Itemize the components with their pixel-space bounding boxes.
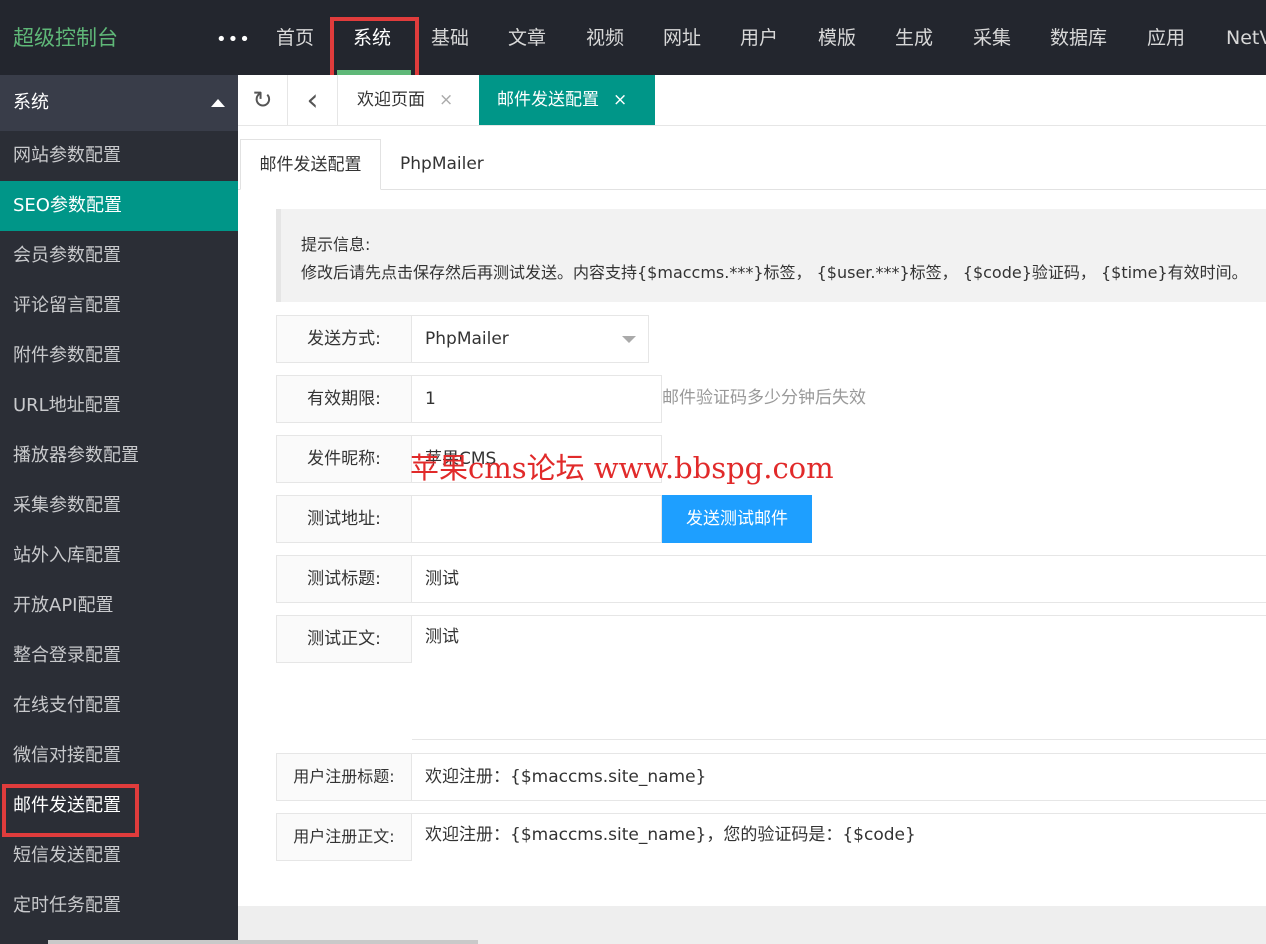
- send-method-label: 发送方式:: [276, 315, 412, 363]
- nickname-label: 发件昵称:: [276, 435, 412, 483]
- test-body-label: 测试正文:: [276, 615, 412, 663]
- nav-netvideo[interactable]: NetV: [1226, 20, 1266, 56]
- refresh-icon[interactable]: ↻: [238, 75, 288, 125]
- expire-hint: 邮件验证码多少分钟后失效: [662, 388, 866, 408]
- sidebar-item-attachment-config[interactable]: 附件参数配置: [0, 331, 238, 381]
- nav-apps[interactable]: 应用: [1147, 20, 1185, 56]
- nav-article[interactable]: 文章: [508, 20, 546, 56]
- sidebar-item-player-config[interactable]: 播放器参数配置: [0, 431, 238, 481]
- test-title-input[interactable]: 测试: [412, 555, 1266, 603]
- send-method-value: PhpMailer: [425, 329, 509, 349]
- nav-template[interactable]: 模版: [818, 20, 856, 56]
- test-address-input[interactable]: [412, 495, 662, 543]
- footer-bar: [238, 906, 1266, 944]
- nav-collect[interactable]: 采集: [973, 20, 1011, 56]
- nav-video[interactable]: 视频: [586, 20, 624, 56]
- back-icon[interactable]: ‹: [288, 75, 338, 125]
- sidebar-item-cron-config[interactable]: 定时任务配置: [0, 881, 238, 931]
- test-body-textarea[interactable]: 测试: [412, 615, 1266, 740]
- caret-up-icon: [211, 99, 225, 107]
- nav-user[interactable]: 用户: [740, 20, 778, 56]
- sidebar-item-member-config[interactable]: 会员参数配置: [0, 231, 238, 281]
- sidebar-group-header[interactable]: 系统: [0, 75, 238, 131]
- sidebar-item-collect-config[interactable]: 采集参数配置: [0, 481, 238, 531]
- nav-generate[interactable]: 生成: [895, 20, 933, 56]
- sidebar-item-import-config[interactable]: 站外入库配置: [0, 531, 238, 581]
- top-navbar: 超级控制台 ••• 首页 系统 基础 文章 视频 网址 用户 模版 生成 采集 …: [0, 0, 1266, 75]
- sidebar-item-sms-config[interactable]: 短信发送配置: [0, 831, 238, 881]
- page-tab-strip: ↻ ‹ 欢迎页面 × 邮件发送配置 ×: [238, 75, 1266, 126]
- tab-email-config-label: 邮件发送配置: [497, 90, 599, 110]
- reg-title-input[interactable]: 欢迎注册：{$maccms.site_name}: [412, 753, 1266, 801]
- tab-welcome-label: 欢迎页面: [357, 90, 425, 110]
- more-icon[interactable]: •••: [216, 22, 251, 58]
- app-logo[interactable]: 超级控制台: [13, 20, 118, 56]
- horizontal-scrollbar[interactable]: [48, 940, 478, 944]
- close-icon[interactable]: ×: [439, 90, 453, 110]
- send-method-select[interactable]: PhpMailer: [412, 315, 649, 363]
- nav-basic[interactable]: 基础: [431, 20, 469, 56]
- send-test-email-button[interactable]: 发送测试邮件: [662, 495, 812, 543]
- notice-box: 提示信息: 修改后请先点击保存然后再测试发送。内容支持{$maccms.***}…: [276, 209, 1266, 302]
- tab-email-settings[interactable]: 邮件发送配置: [240, 139, 381, 190]
- expire-label: 有效期限:: [276, 375, 412, 423]
- sidebar-item-url-config[interactable]: URL地址配置: [0, 381, 238, 431]
- reg-body-textarea[interactable]: 欢迎注册：{$maccms.site_name}，您的验证码是：{$code}: [412, 813, 1266, 906]
- sidebar-group-label: 系统: [13, 92, 49, 113]
- sidebar-item-wechat-config[interactable]: 微信对接配置: [0, 731, 238, 781]
- main-content: 邮件发送配置 PhpMailer 提示信息: 修改后请先点击保存然后再测试发送。…: [238, 126, 1266, 906]
- nav-home[interactable]: 首页: [276, 20, 314, 56]
- expire-input[interactable]: 1: [412, 375, 662, 423]
- nickname-input[interactable]: 苹果CMS: [412, 435, 662, 483]
- test-title-label: 测试标题:: [276, 555, 412, 603]
- chevron-down-icon: [622, 336, 636, 343]
- tab-phpmailer[interactable]: PhpMailer: [400, 139, 484, 190]
- sidebar-item-comment-config[interactable]: 评论留言配置: [0, 281, 238, 331]
- reg-body-label: 用户注册正文:: [276, 813, 412, 861]
- sidebar-item-email-config[interactable]: 邮件发送配置: [0, 781, 238, 831]
- nav-system[interactable]: 系统: [353, 20, 391, 56]
- nav-database[interactable]: 数据库: [1050, 20, 1107, 56]
- tab-email-config[interactable]: 邮件发送配置 ×: [479, 75, 655, 125]
- sidebar-item-login-config[interactable]: 整合登录配置: [0, 631, 238, 681]
- sidebar-item-api-config[interactable]: 开放API配置: [0, 581, 238, 631]
- sidebar: 系统 网站参数配置 SEO参数配置 会员参数配置 评论留言配置 附件参数配置 U…: [0, 75, 238, 944]
- sidebar-item-seo-config[interactable]: SEO参数配置: [0, 181, 238, 231]
- close-icon[interactable]: ×: [613, 90, 627, 110]
- notice-title: 提示信息:: [301, 235, 371, 254]
- sidebar-item-site-config[interactable]: 网站参数配置: [0, 131, 238, 181]
- tab-welcome[interactable]: 欢迎页面 ×: [339, 75, 479, 125]
- reg-title-label: 用户注册标题:: [276, 753, 412, 801]
- test-address-label: 测试地址:: [276, 495, 412, 543]
- notice-text: 修改后请先点击保存然后再测试发送。内容支持{$maccms.***}标签， {$…: [301, 263, 1248, 282]
- form-tabs: 邮件发送配置 PhpMailer: [238, 139, 1266, 190]
- nav-website[interactable]: 网址: [663, 20, 701, 56]
- sidebar-item-payment-config[interactable]: 在线支付配置: [0, 681, 238, 731]
